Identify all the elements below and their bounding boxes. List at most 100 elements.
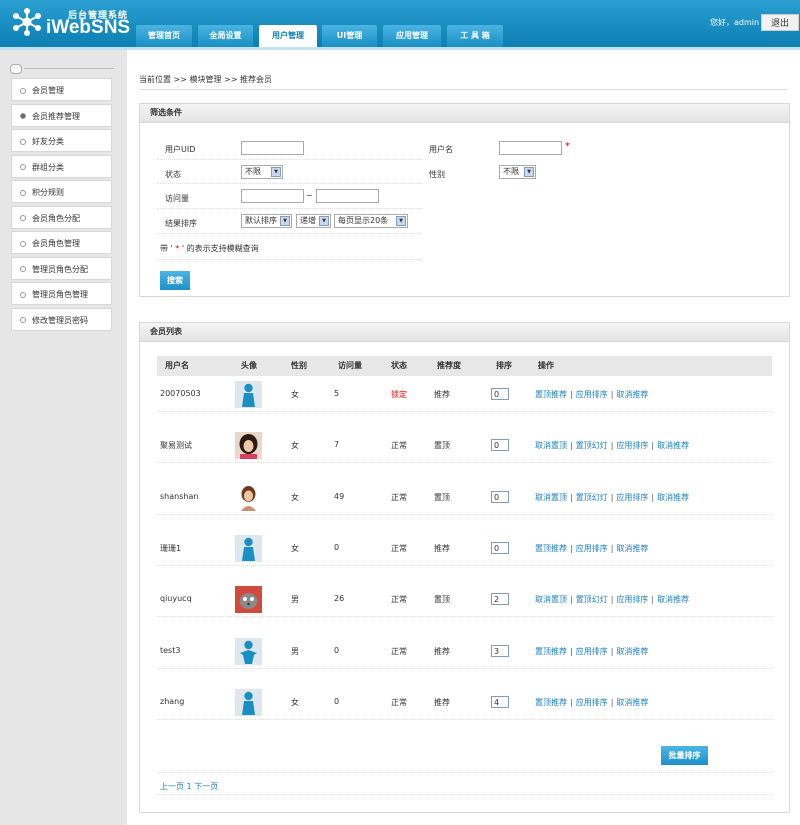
action-link[interactable]: 取消推荐 xyxy=(657,441,689,450)
sort-field-value: 默认排序 xyxy=(245,216,277,225)
visits-cell: 26 xyxy=(334,594,345,604)
chevron-down-icon: ▼ xyxy=(271,167,281,177)
nav-tab[interactable]: 工 具 箱 xyxy=(447,25,503,47)
prev-page-link[interactable]: 上一页 xyxy=(160,782,184,791)
username-cell: 珊珊1 xyxy=(160,543,182,553)
action-link[interactable]: 应用排序 xyxy=(616,595,648,604)
sort-field-select[interactable]: 默认排序 ▼ xyxy=(241,214,292,228)
sidebar-item[interactable]: 会员管理 xyxy=(11,78,112,101)
order-input[interactable]: 0 xyxy=(491,541,509,554)
next-page-link[interactable]: 下一页 xyxy=(194,782,218,791)
action-link[interactable]: 置顶幻灯 xyxy=(576,595,608,604)
sidebar-item[interactable]: 管理员角色管理 xyxy=(11,282,112,305)
sidebar-item-label: 管理员角色分配 xyxy=(32,264,88,274)
bullet-icon xyxy=(20,215,26,221)
sidebar-item-label: 积分规则 xyxy=(32,188,64,197)
action-link[interactable]: 置顶幻灯 xyxy=(576,441,608,450)
action-link[interactable]: 取消置顶 xyxy=(535,493,567,502)
sidebar-item[interactable]: 积分规则 xyxy=(11,180,112,203)
visits-cell: 0 xyxy=(334,542,340,552)
gender-select[interactable]: 不限 ▼ xyxy=(499,165,536,179)
action-link[interactable]: 置顶推荐 xyxy=(535,698,567,707)
chevron-down-icon: ▼ xyxy=(396,216,406,226)
sidebar-item[interactable]: 修改管理员密码 xyxy=(11,307,112,331)
action-link[interactable]: 应用排序 xyxy=(616,441,648,450)
order-input[interactable]: 0 xyxy=(491,439,509,452)
action-link[interactable]: 应用排序 xyxy=(616,493,648,502)
column-header: 头像 xyxy=(241,361,257,370)
avatar xyxy=(235,432,262,460)
sidebar-item[interactable]: 群组分类 xyxy=(11,154,112,178)
status-badge: 锁定 xyxy=(391,390,407,399)
order-input[interactable]: 0 xyxy=(491,388,509,400)
action-link[interactable]: 置顶推荐 xyxy=(535,544,567,553)
action-link[interactable]: 应用排序 xyxy=(576,544,608,553)
sidebar-item[interactable]: 会员角色管理 xyxy=(11,231,112,254)
action-link[interactable]: 应用排序 xyxy=(576,390,608,399)
action-link[interactable]: 置顶推荐 xyxy=(535,647,567,656)
username-cell: test3 xyxy=(160,645,181,655)
filter-panel-title: 筛选条件 xyxy=(140,104,789,123)
sidebar: ◦◦ 会员管理 会员推荐管理好友分类群组分类积分规则会员角色分配 会员角色管理管理员… xyxy=(0,50,127,825)
bullet-icon xyxy=(20,87,26,94)
page-size-select[interactable]: 每页显示20条 ▼ xyxy=(334,214,408,228)
action-link[interactable]: 应用排序 xyxy=(576,698,608,707)
sidebar-item[interactable]: 好友分类 xyxy=(11,129,112,152)
action-link[interactable]: 取消推荐 xyxy=(616,544,648,553)
row-divider xyxy=(157,259,421,260)
status-select[interactable]: 不限 ▼ xyxy=(241,165,283,179)
action-link[interactable]: 置顶推荐 xyxy=(535,390,567,399)
nav-tab[interactable]: UI管理 xyxy=(322,25,377,47)
status-select-value: 不限 xyxy=(245,167,261,176)
nav-tab[interactable]: 用户管理 xyxy=(259,25,317,47)
sort-direction-value: 递增 xyxy=(300,216,316,225)
sidebar-item-label: 好友分类 xyxy=(32,137,64,146)
row-actions: 取消置顶 | 置顶幻灯 | 应用排序 | 取消推荐 xyxy=(535,594,689,605)
action-link[interactable]: 取消置顶 xyxy=(535,441,567,450)
sort-direction-select[interactable]: 递增 ▼ xyxy=(296,214,331,228)
page-number-link[interactable]: 1 xyxy=(187,782,192,791)
action-link[interactable]: 置顶幻灯 xyxy=(576,493,608,502)
action-separator: | xyxy=(570,390,573,399)
collapse-handle-icon[interactable]: ◦◦ xyxy=(10,64,22,74)
nav-tab[interactable]: 管理首页 xyxy=(136,25,192,47)
search-button[interactable]: 搜索 xyxy=(160,271,190,290)
order-input[interactable]: 4 xyxy=(491,695,509,708)
row-divider xyxy=(157,462,772,464)
nav-tab[interactable]: 全局设置 xyxy=(198,25,253,47)
nav-tab[interactable]: 应用管理 xyxy=(383,25,441,47)
action-link[interactable]: 取消推荐 xyxy=(657,493,689,502)
range-separator: ~ xyxy=(306,191,313,200)
action-link[interactable]: 取消推荐 xyxy=(616,390,648,399)
action-link[interactable]: 取消置顶 xyxy=(535,595,567,604)
row-actions: 取消置顶 | 置顶幻灯 | 应用排序 | 取消推荐 xyxy=(535,492,689,503)
sidebar-item[interactable]: 会员角色分配 xyxy=(11,205,112,229)
username-label: 用户名 xyxy=(429,145,453,154)
action-link[interactable]: 取消推荐 xyxy=(657,595,689,604)
visits-cell: 0 xyxy=(334,645,340,655)
batch-sort-button[interactable]: 批量排序 xyxy=(661,746,708,765)
order-input[interactable]: 3 xyxy=(491,644,509,657)
sidebar-item-label: 群组分类 xyxy=(32,162,64,172)
action-separator: | xyxy=(610,697,614,707)
filter-panel: 筛选条件 用户UID 用户名 * 状态 不限 ▼ 性别 不限 ▼ 访问量 ~ 结果排… xyxy=(139,103,790,297)
bullet-icon xyxy=(20,317,26,323)
action-link[interactable]: 取消推荐 xyxy=(616,647,648,656)
visits-min-input[interactable] xyxy=(241,189,304,203)
action-link[interactable]: 取消推荐 xyxy=(616,698,648,707)
visits-max-input[interactable] xyxy=(316,189,379,203)
logout-button[interactable]: 退出 xyxy=(761,14,799,31)
sidebar-item-label: 管理员角色管理 xyxy=(32,290,88,299)
action-separator: | xyxy=(570,697,573,707)
order-input[interactable]: 0 xyxy=(491,490,509,503)
sidebar-item[interactable]: 管理员角色分配 xyxy=(11,256,112,280)
chevron-down-icon: ▼ xyxy=(524,167,534,177)
recommend-level-cell: 置顶 xyxy=(434,441,450,451)
action-link[interactable]: 应用排序 xyxy=(576,647,608,656)
order-input[interactable]: 2 xyxy=(491,593,509,606)
username-cell: 聚易测试 xyxy=(160,441,192,451)
username-input[interactable] xyxy=(499,141,562,155)
top-header: 后台管理系统 iWebSNS 管理首页 全局设置 用户管理 UI管理 应用管理工 具 箱… xyxy=(0,0,800,47)
sidebar-item[interactable]: 会员推荐管理 xyxy=(11,103,112,127)
uid-input[interactable] xyxy=(241,141,304,155)
